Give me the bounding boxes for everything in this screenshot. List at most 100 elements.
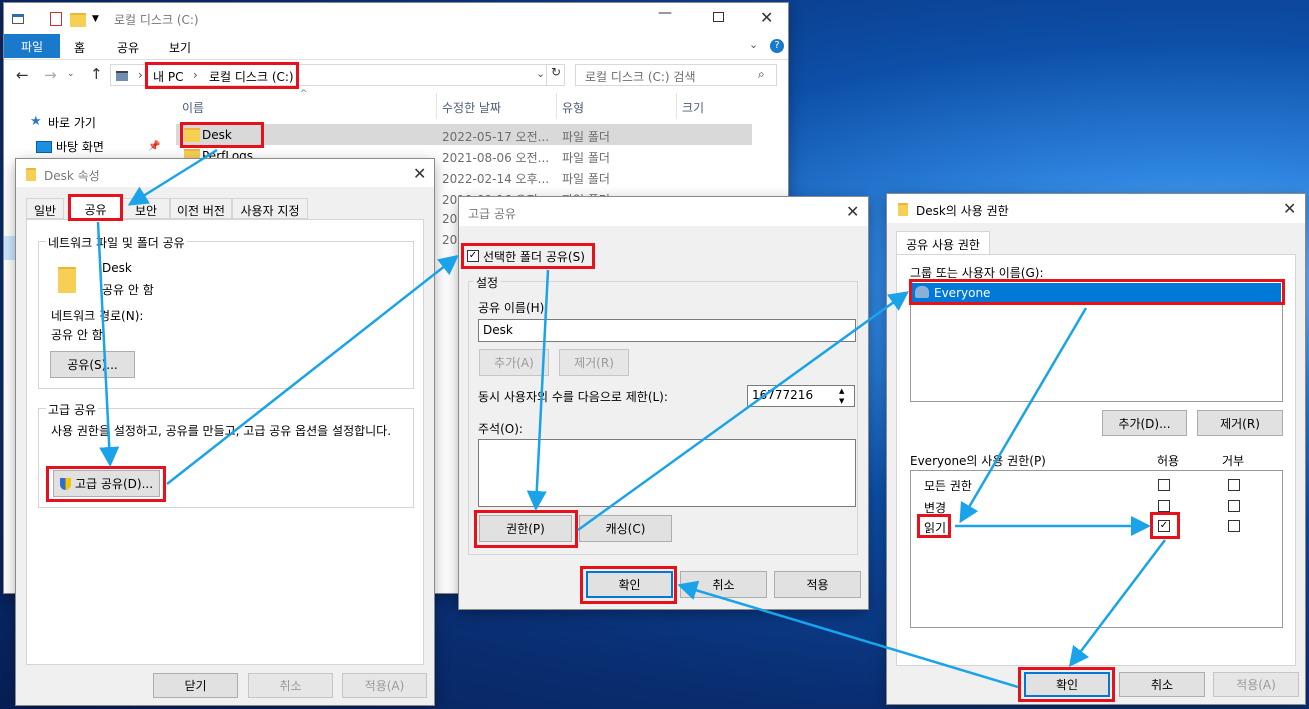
properties-icon[interactable] [12,14,24,24]
col-date[interactable]: 수정한 날짜 [442,99,501,116]
user-limit-value: 16777216 [752,388,814,402]
deny-full-checkbox[interactable] [1228,479,1240,491]
close-icon[interactable]: ✕ [760,8,773,27]
col-type[interactable]: 유형 [562,99,584,116]
advanced-group-label: 고급 공유 [46,401,98,418]
apply-button-label: 적용 [806,578,829,592]
back-icon[interactable]: ← [16,66,29,84]
tab-security[interactable]: 보안 [122,198,170,219]
tab-share-permissions-label: 공유 사용 권한 [906,238,980,252]
cancel-button[interactable]: 취소 [680,571,767,598]
checklist-icon[interactable] [50,12,62,26]
drive-icon [116,71,128,81]
tab-general[interactable]: 일반 [26,198,64,219]
quick-access-toolbar: ▼ [12,12,112,28]
perm-name: 모든 권한 [924,479,972,493]
help-icon[interactable]: ? [770,39,784,53]
new-folder-icon[interactable] [70,13,86,27]
row-date: 2021-08-06 오전... [442,151,550,165]
spin-down-icon[interactable]: ▼ [839,397,844,405]
allow-change-checkbox[interactable] [1158,500,1170,512]
search-icon: ⌕ [758,67,765,81]
sort-up-icon: ^ [300,89,308,99]
highlight-ok-adv [580,566,677,604]
highlight-read-allow [1150,512,1180,539]
refresh-icon[interactable]: ↻ [546,65,565,85]
network-group-label: 네트워크 파일 및 폴더 공유 [46,234,187,251]
col-divider [676,93,677,119]
share-name-value: Desk [483,323,513,337]
minimize-icon[interactable]: — [658,5,672,21]
col-divider [556,93,557,119]
remove-button[interactable]: 제거(R) [559,349,629,376]
remove-button[interactable]: 제거(R) [1197,410,1283,436]
allow-full-checkbox[interactable] [1158,479,1170,491]
dialog-title: 고급 공유 [468,207,516,221]
ribbon-tab-file[interactable]: 파일 [4,34,60,58]
apply-button[interactable]: 적용(A) [342,673,427,698]
add-button-label: 추가(D)... [1118,416,1171,431]
highlight-permissions-button [474,510,578,548]
highlight-read [917,514,951,538]
share-button[interactable]: 공유(S)... [50,351,135,378]
network-path-label: 네트워크 경로(N): [51,309,144,323]
maximize-icon[interactable] [713,12,724,22]
nav-desktop[interactable]: 바탕 화면 [56,138,104,155]
close-icon[interactable]: ✕ [846,202,859,221]
cancel-button-label: 취소 [712,578,735,592]
dropdown-icon[interactable]: ▼ [92,14,99,24]
cancel-button[interactable]: 취소 [248,673,333,698]
properties-dialog: Desk 속성 ✕ 일반 공유 보안 이전 버전 사용자 지정 네트워크 파일 … [16,159,434,705]
tab-previous[interactable]: 이전 버전 [170,198,232,219]
folder-icon [26,168,36,181]
recent-icon[interactable]: ⌄ [67,69,75,79]
comment-input[interactable] [478,439,856,507]
pin-icon: 📌 [148,141,161,152]
ribbon-tab-share[interactable]: 공유 [117,39,139,56]
tab-share-permissions[interactable]: 공유 사용 권한 [896,231,990,255]
caching-button[interactable]: 캐싱(C) [579,515,672,542]
ribbon-expand-icon[interactable]: ⌄ [749,38,758,51]
close-button[interactable]: 닫기 [153,673,238,698]
dialog-title: Desk의 사용 권한 [916,204,1009,218]
col-divider [436,93,437,119]
highlight-advanced-button [46,466,166,502]
share-button-label: 공유(S)... [67,358,118,372]
col-size[interactable]: 크기 [682,99,704,116]
folder-name: Desk [102,261,132,275]
up-icon[interactable]: ↑ [90,65,103,83]
deny-read-checkbox[interactable] [1228,520,1240,532]
ribbon-tab-home[interactable]: 홈 [74,39,85,56]
ribbon-tab-view[interactable]: 보기 [169,39,191,56]
add-button[interactable]: 추가(D)... [1102,410,1187,436]
share-name-input[interactable]: Desk [478,319,856,342]
close-icon[interactable]: ✕ [1283,199,1296,218]
limit-label: 동시 사용자의 수를 다음으로 제한(L): [478,390,668,404]
col-name[interactable]: 이름 [182,99,204,116]
search-placeholder: 로컬 디스크 (C:) 검색 [585,70,696,84]
share-name-label: 공유 이름(H): [478,301,549,315]
apply-button[interactable]: 적용 [774,571,861,598]
close-icon[interactable]: ✕ [413,164,426,183]
address-sep-icon: › [138,68,143,82]
cancel-button[interactable]: 취소 [1119,672,1205,697]
tab-previous-label: 이전 버전 [177,204,225,218]
deny-change-checkbox[interactable] [1228,500,1240,512]
shared-folder-icon [58,267,76,293]
cancel-button-label: 취소 [1150,678,1174,692]
tab-customize[interactable]: 사용자 지정 [232,198,308,219]
window-title: 로컬 디스크 (C:) [114,13,199,27]
add-button[interactable]: 추가(A) [479,349,549,376]
remove-button-label: 제거(R) [574,356,614,370]
nav-quick-access[interactable]: 바로 가기 [48,114,96,131]
apply-button[interactable]: 적용(A) [1213,672,1299,697]
spin-up-icon[interactable]: ▲ [839,387,844,395]
forward-icon[interactable]: → [44,66,57,84]
tab-general-label: 일반 [33,204,57,218]
address-dropdown-icon[interactable]: ⌄ [536,67,545,80]
row-date: 2022-05-17 오전... [442,130,550,144]
search-box[interactable]: 로컬 디스크 (C:) 검색 ⌕ [575,64,777,86]
row-type: 파일 폴더 [562,172,610,186]
caching-button-label: 캐싱(C) [605,522,646,536]
settings-label: 설정 [473,274,502,291]
